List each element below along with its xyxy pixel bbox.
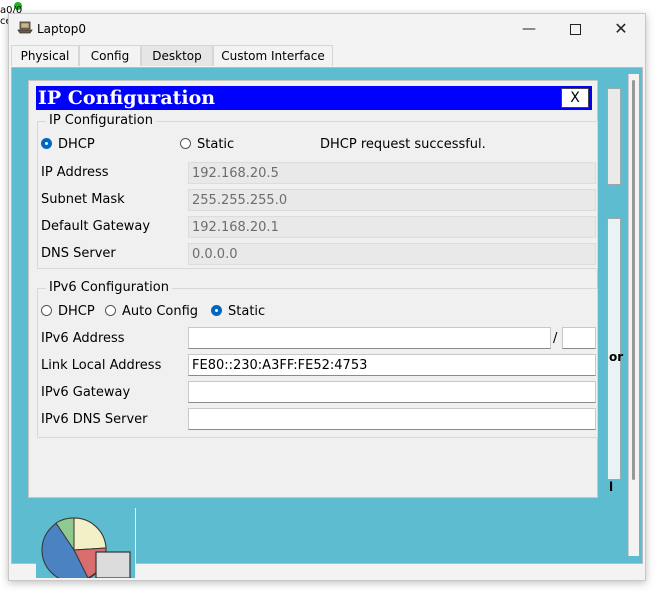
maximize-icon bbox=[569, 23, 581, 35]
window-titlebar[interactable]: Laptop0 — ✕ bbox=[9, 14, 645, 46]
background-app-label: l bbox=[609, 480, 614, 494]
radio-label: Auto Config bbox=[122, 304, 199, 319]
ipv6-address-label: IPv6 Address bbox=[41, 331, 125, 346]
ip-configuration-dialog: IP Configuration X IP Configuration DHCP… bbox=[28, 80, 598, 498]
background-app-label: or bbox=[609, 350, 624, 364]
ipv4-dhcp-radio[interactable]: DHCP bbox=[41, 137, 95, 153]
tab-physical[interactable]: Physical bbox=[11, 45, 79, 66]
background-panel bbox=[607, 88, 621, 185]
desktop-area: or l IP Configuration X IP Configuration… bbox=[11, 67, 643, 578]
scrollbar-thumb[interactable] bbox=[632, 80, 635, 480]
radio-unselected-icon bbox=[105, 305, 116, 316]
dialog-close-button[interactable]: X bbox=[561, 88, 589, 108]
minimize-icon: — bbox=[522, 21, 536, 37]
radio-label: Static bbox=[197, 137, 235, 152]
tab-config[interactable]: Config bbox=[79, 45, 141, 66]
desktop-app-icon[interactable] bbox=[36, 508, 136, 578]
radio-label: DHCP bbox=[58, 137, 95, 152]
radio-unselected-icon bbox=[180, 138, 191, 149]
ipv6-static-radio[interactable]: Static bbox=[211, 304, 265, 320]
group-legend: IP Configuration bbox=[46, 113, 156, 128]
laptop-window: Laptop0 — ✕ Physical Config Desktop Cust… bbox=[8, 13, 646, 581]
default-gateway-label: Default Gateway bbox=[41, 219, 151, 234]
radio-label: Static bbox=[228, 304, 266, 319]
subnet-mask-label: Subnet Mask bbox=[41, 192, 125, 207]
group-legend: IPv6 Configuration bbox=[46, 280, 172, 295]
ipv4-configuration-group: IP Configuration DHCP Static DHCP reques… bbox=[37, 113, 598, 269]
dns-server-field[interactable]: 0.0.0.0 bbox=[188, 243, 596, 265]
close-window-button[interactable]: ✕ bbox=[598, 14, 644, 46]
ip-address-label: IP Address bbox=[41, 165, 109, 180]
dns-server-label: DNS Server bbox=[41, 246, 116, 261]
window-title: Laptop0 bbox=[37, 22, 86, 36]
ipv4-static-radio[interactable]: Static bbox=[180, 137, 234, 153]
laptop-icon bbox=[17, 21, 33, 34]
ipv6-configuration-group: IPv6 Configuration DHCP Auto Config Stat… bbox=[37, 280, 598, 438]
tab-custom-interface[interactable]: Custom Interface bbox=[213, 45, 333, 66]
vertical-scrollbar[interactable] bbox=[628, 74, 639, 556]
subnet-mask-field[interactable]: 255.255.255.0 bbox=[188, 189, 596, 211]
ipv6-address-input[interactable] bbox=[188, 327, 551, 349]
prefix-separator: / bbox=[553, 331, 558, 346]
maximize-button[interactable] bbox=[552, 14, 598, 46]
dialog-title-bar: IP Configuration X bbox=[36, 86, 592, 110]
minimize-button[interactable]: — bbox=[506, 14, 552, 46]
ipv6-dhcp-radio[interactable]: DHCP bbox=[41, 304, 95, 320]
tab-desktop[interactable]: Desktop bbox=[141, 45, 213, 66]
radio-selected-icon bbox=[41, 138, 52, 149]
dhcp-status-text: DHCP request successful. bbox=[320, 137, 486, 152]
default-gateway-field[interactable]: 192.168.20.1 bbox=[188, 216, 596, 238]
ipv6-gateway-label: IPv6 Gateway bbox=[41, 385, 131, 400]
background-panel bbox=[607, 218, 621, 480]
ip-address-field[interactable]: 192.168.20.5 bbox=[188, 162, 596, 184]
link-local-address-label: Link Local Address bbox=[41, 358, 162, 373]
radio-unselected-icon bbox=[41, 305, 52, 316]
ipv6-gateway-input[interactable] bbox=[188, 381, 596, 403]
radio-label: DHCP bbox=[58, 304, 95, 319]
ipv6-dns-server-input[interactable] bbox=[188, 408, 596, 430]
ipv6-auto-config-radio[interactable]: Auto Config bbox=[105, 304, 198, 320]
dialog-title: IP Configuration bbox=[38, 87, 216, 109]
ipv6-prefix-input[interactable] bbox=[562, 327, 596, 349]
link-local-address-field[interactable]: FE80::230:A3FF:FE52:4753 bbox=[188, 354, 596, 376]
close-icon: ✕ bbox=[614, 19, 628, 38]
ipv6-dns-server-label: IPv6 DNS Server bbox=[41, 412, 148, 427]
radio-selected-icon bbox=[211, 305, 222, 316]
